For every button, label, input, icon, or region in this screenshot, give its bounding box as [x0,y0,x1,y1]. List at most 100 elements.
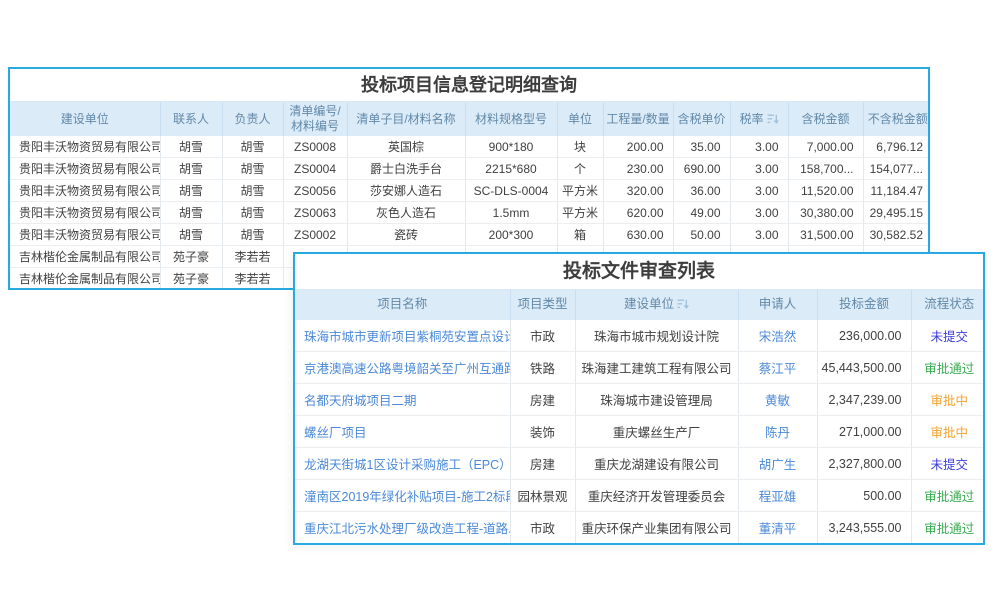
header-applicant: 申请人 [738,290,817,320]
applicant-link[interactable]: 黄敏 [765,394,790,408]
project-link[interactable]: 名都天府城项目二期 [304,394,417,408]
project-link[interactable]: 重庆江北污水处理厂级改造工程-道路... [304,522,510,536]
status-text: 审批通过 [924,362,974,376]
cell-project-name: 重庆江北污水处理厂级改造工程-道路... [295,512,510,544]
review-list-card: 投标文件审查列表 项目名称 项目类型 建设单位 申请人 投标金额 流程状态 珠海… [293,252,985,545]
cell-project-type: 市政 [510,512,575,544]
cell-construction-unit: 重庆龙湖建设有限公司 [575,448,738,480]
cell-project-name: 名都天府城项目二期 [295,384,510,416]
header-unit: 单位 [557,102,603,136]
cell-item-name: 爵士白洗手台 [347,158,465,180]
status-text: 审批通过 [924,490,974,504]
cell-unit: 平方米 [557,180,603,202]
cell-workflow-status: 未提交 [911,448,985,480]
project-link[interactable]: 潼南区2019年绿化补贴项目-施工2标段 [304,490,510,504]
cell-project-type: 园林景观 [510,480,575,512]
cell-unit: 个 [557,158,603,180]
applicant-link[interactable]: 董清平 [759,522,797,536]
cell-manager: 李若若 [222,246,283,268]
header-tax-rate-label: 税率 [739,112,763,126]
cell-bid-amount: 2,347,239.00 [817,384,911,416]
cell-applicant: 胡广生 [738,448,817,480]
cell-project-type: 房建 [510,384,575,416]
cell-construction-unit: 贵阳丰沃物资贸易有限公司 [10,158,160,180]
header-item-material-name: 清单子目/材料名称 [347,102,465,136]
cell-project-type: 市政 [510,320,575,352]
cell-price-with-tax: 36.00 [673,180,730,202]
project-link[interactable]: 京港澳高速公路粤境韶关至广州互通路... [304,362,510,376]
cell-list-number: ZS0002 [283,224,347,246]
cell-quantity: 200.00 [603,136,673,158]
header-price-with-tax: 含税单价 [673,102,730,136]
cell-price-with-tax: 50.00 [673,224,730,246]
header-tax-rate[interactable]: 税率 [730,102,788,136]
cell-manager: 胡雪 [222,158,283,180]
table-row: 贵阳丰沃物资贸易有限公司 胡雪 胡雪 ZS0004 爵士白洗手台 2215*68… [10,158,930,180]
cell-amount-without-tax: 29,495.15 [863,202,930,224]
project-link[interactable]: 龙湖天街城1区设计采购施工（EPC）... [304,458,510,472]
cell-price-with-tax: 35.00 [673,136,730,158]
cell-manager: 胡雪 [222,202,283,224]
cell-tax-rate: 3.00 [730,136,788,158]
cell-list-number: ZS0004 [283,158,347,180]
applicant-link[interactable]: 陈丹 [765,426,790,440]
table-row: 名都天府城项目二期 房建 珠海城市建设管理局 黄敏 2,347,239.00 审… [295,384,985,416]
header-construction-unit-label: 建设单位 [624,297,674,311]
cell-tax-rate: 3.00 [730,180,788,202]
cell-construction-unit: 贵阳丰沃物资贸易有限公司 [10,224,160,246]
cell-spec: SC-DLS-0004 [465,180,557,202]
status-text: 未提交 [930,458,968,472]
cell-construction-unit: 吉林楷伦金属制品有限公司 [10,246,160,268]
cell-project-name: 珠海市城市更新项目紫桐苑安置点设计... [295,320,510,352]
header-bid-amount: 投标金额 [817,290,911,320]
cell-construction-unit: 珠海建工建筑工程有限公司 [575,352,738,384]
table-row: 珠海市城市更新项目紫桐苑安置点设计... 市政 珠海市城市规划设计院 宋浩然 2… [295,320,985,352]
cell-spec: 1.5mm [465,202,557,224]
cell-bid-amount: 271,000.00 [817,416,911,448]
cell-contact: 苑子豪 [160,268,222,290]
header-construction-unit[interactable]: 建设单位 [575,290,738,320]
cell-project-name: 龙湖天街城1区设计采购施工（EPC）... [295,448,510,480]
cell-bid-amount: 3,243,555.00 [817,512,911,544]
cell-contact: 胡雪 [160,202,222,224]
applicant-link[interactable]: 蔡江平 [759,362,797,376]
project-link[interactable]: 珠海市城市更新项目紫桐苑安置点设计... [304,330,510,344]
cell-contact: 苑子豪 [160,246,222,268]
status-text: 审批通过 [924,522,974,536]
applicant-link[interactable]: 宋浩然 [759,330,797,344]
applicant-link[interactable]: 程亚雄 [759,490,797,504]
status-text: 审批中 [930,394,968,408]
header-project-name: 项目名称 [295,290,510,320]
applicant-link[interactable]: 胡广生 [759,458,797,472]
cell-project-type: 装饰 [510,416,575,448]
review-table: 项目名称 项目类型 建设单位 申请人 投标金额 流程状态 珠海市城市更新项目紫桐… [295,290,985,544]
cell-price-with-tax: 49.00 [673,202,730,224]
cell-manager: 李若若 [222,268,283,290]
cell-spec: 900*180 [465,136,557,158]
cell-list-number: ZS0008 [283,136,347,158]
header-construction-unit: 建设单位 [10,102,160,136]
cell-quantity: 630.00 [603,224,673,246]
header-amount-with-tax: 含税金额 [788,102,863,136]
project-link[interactable]: 螺丝厂项目 [304,426,367,440]
table-row: 潼南区2019年绿化补贴项目-施工2标段 园林景观 重庆经济开发管理委员会 程亚… [295,480,985,512]
cell-unit: 块 [557,136,603,158]
cell-tax-rate: 3.00 [730,202,788,224]
cell-applicant: 程亚雄 [738,480,817,512]
cell-price-with-tax: 690.00 [673,158,730,180]
cell-spec: 200*300 [465,224,557,246]
cell-contact: 胡雪 [160,158,222,180]
table-row: 京港澳高速公路粤境韶关至广州互通路... 铁路 珠海建工建筑工程有限公司 蔡江平… [295,352,985,384]
cell-quantity: 620.00 [603,202,673,224]
cell-unit: 平方米 [557,202,603,224]
cell-amount-without-tax: 154,077... [863,158,930,180]
header-amount-without-tax: 不含税金额 [863,102,930,136]
detail-table-title: 投标项目信息登记明细查询 [10,69,928,102]
cell-spec: 2215*680 [465,158,557,180]
sort-icon[interactable] [677,299,689,309]
sort-icon[interactable] [767,114,779,124]
cell-amount-with-tax: 30,380.00 [788,202,863,224]
cell-unit: 箱 [557,224,603,246]
table-row: 重庆江北污水处理厂级改造工程-道路... 市政 重庆环保产业集团有限公司 董清平… [295,512,985,544]
cell-manager: 胡雪 [222,136,283,158]
